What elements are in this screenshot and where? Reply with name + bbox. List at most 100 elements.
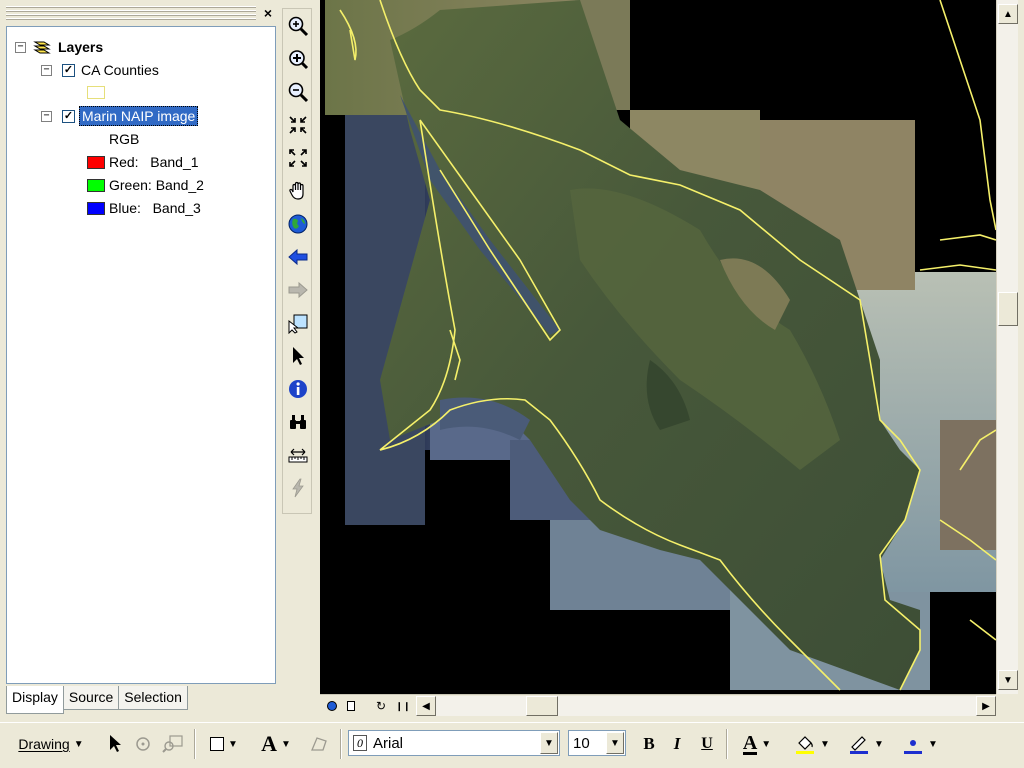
zoom-out-tool[interactable] bbox=[286, 79, 310, 105]
font-size-combo[interactable]: 10 ▼ bbox=[568, 730, 626, 756]
pointer-arrow-icon bbox=[110, 735, 121, 752]
zoom-in-icon bbox=[288, 16, 309, 37]
toc-close-button[interactable]: × bbox=[260, 5, 276, 21]
identify-tool[interactable] bbox=[286, 376, 310, 402]
layer-row-marin-naip[interactable]: − ✓ Marin NAIP image bbox=[41, 106, 199, 126]
toc-tree: − Layers − ✓ CA Counties − ✓ Marin NAIP … bbox=[6, 26, 276, 684]
tab-selection[interactable]: Selection bbox=[118, 686, 188, 710]
pan-tool[interactable] bbox=[286, 178, 310, 204]
page-icon bbox=[347, 701, 355, 711]
underline-button[interactable]: U bbox=[696, 731, 718, 757]
select-elements-button[interactable] bbox=[104, 731, 126, 757]
font-size-value: 10 bbox=[573, 734, 590, 752]
red-band-swatch[interactable] bbox=[87, 155, 105, 169]
toc-root-row[interactable]: − Layers bbox=[15, 37, 103, 57]
new-text-button[interactable]: A ▼ bbox=[254, 731, 298, 757]
zoom-in-tool[interactable] bbox=[286, 13, 310, 39]
globe-icon bbox=[288, 214, 308, 234]
layer-visibility-checkbox[interactable]: ✓ bbox=[62, 63, 75, 77]
collapse-icon[interactable]: − bbox=[15, 41, 26, 53]
rotate-button[interactable] bbox=[132, 731, 154, 757]
font-name-value: Arial bbox=[373, 734, 404, 752]
arrows-inward-icon bbox=[289, 116, 307, 134]
fixed-zoom-in-icon bbox=[289, 50, 309, 70]
horizontal-scroll-thumb[interactable] bbox=[526, 696, 558, 716]
drawing-label: Drawing bbox=[18, 736, 70, 752]
caret-down-icon: ▼ bbox=[928, 738, 938, 750]
layer-symbol-row bbox=[87, 82, 105, 102]
layer-visibility-checkbox[interactable]: ✓ bbox=[62, 109, 75, 123]
collapse-icon[interactable]: − bbox=[41, 64, 52, 76]
font-color-icon: A bbox=[742, 731, 758, 755]
italic-button[interactable]: I bbox=[666, 731, 688, 757]
vertical-scroll-thumb[interactable] bbox=[998, 292, 1018, 326]
fixed-zoom-in-center-tool[interactable] bbox=[286, 112, 310, 138]
bold-button[interactable]: B bbox=[638, 731, 660, 757]
polygon-symbol-swatch[interactable] bbox=[87, 85, 105, 99]
band-row-green: Green: Band_2 bbox=[87, 175, 204, 195]
tools-toolbar bbox=[282, 8, 312, 514]
blue-band-swatch[interactable] bbox=[87, 201, 105, 215]
caret-down-icon: ▼ bbox=[820, 738, 830, 750]
scroll-right-button[interactable]: ▶ bbox=[976, 696, 996, 716]
fill-color-button[interactable]: ▼ bbox=[788, 731, 836, 757]
layout-view-button[interactable] bbox=[342, 697, 360, 715]
band-label: Green: Band_2 bbox=[109, 177, 204, 193]
font-color-button[interactable]: A ▼ bbox=[734, 731, 780, 757]
line-color-button[interactable]: ▼ bbox=[842, 731, 890, 757]
opentype-font-icon: 0 bbox=[353, 735, 367, 751]
font-name-combo[interactable]: 0 Arial ▼ bbox=[348, 730, 560, 756]
scroll-down-button[interactable]: ▼ bbox=[998, 670, 1018, 690]
layer-label[interactable]: CA Counties bbox=[81, 62, 159, 78]
fixed-zoom-out-center-tool[interactable] bbox=[286, 145, 310, 171]
map-horizontal-scrollbar[interactable]: ◀ ▶ bbox=[416, 696, 996, 716]
rectangle-icon bbox=[210, 737, 225, 751]
triangle-up-icon: ▲ bbox=[1003, 8, 1013, 20]
green-band-swatch[interactable] bbox=[87, 178, 105, 192]
forward-extent-tool[interactable] bbox=[286, 277, 310, 303]
edit-vertices-button[interactable] bbox=[306, 731, 332, 757]
collapse-icon[interactable]: − bbox=[41, 110, 52, 122]
back-extent-tool[interactable] bbox=[286, 244, 310, 270]
tab-source[interactable]: Source bbox=[62, 686, 120, 710]
caret-down-icon: ▼ bbox=[874, 738, 884, 750]
layer-row-ca-counties[interactable]: − ✓ CA Counties bbox=[41, 60, 159, 80]
scroll-left-button[interactable]: ◀ bbox=[416, 696, 436, 716]
new-rectangle-button[interactable]: ▼ bbox=[202, 731, 246, 757]
hyperlink-tool[interactable] bbox=[286, 475, 310, 501]
pause-drawing-button[interactable]: ❙❙ bbox=[394, 697, 412, 715]
select-elements-tool[interactable] bbox=[286, 343, 310, 369]
zoom-selected-icon bbox=[162, 735, 183, 753]
triangle-right-icon: ▶ bbox=[982, 700, 990, 712]
info-icon bbox=[289, 380, 307, 398]
full-extent-tool[interactable] bbox=[286, 211, 310, 237]
measure-tool[interactable] bbox=[286, 442, 310, 468]
triangle-left-icon: ◀ bbox=[422, 700, 430, 712]
scroll-up-button[interactable]: ▲ bbox=[998, 4, 1018, 24]
data-view-button[interactable] bbox=[323, 697, 341, 715]
find-tool[interactable] bbox=[286, 409, 310, 435]
zoom-to-selected-button[interactable] bbox=[160, 731, 186, 757]
refresh-view-button[interactable]: ↻ bbox=[372, 697, 390, 715]
map-display[interactable] bbox=[320, 0, 996, 694]
font-name-dropdown-button[interactable]: ▼ bbox=[540, 732, 558, 754]
band-label: Red: Band_1 bbox=[109, 154, 199, 170]
tab-display[interactable]: Display bbox=[6, 686, 64, 714]
rotate-icon bbox=[136, 737, 150, 751]
drawing-menu-button[interactable]: Drawing ▼ bbox=[14, 731, 88, 757]
select-features-tool[interactable] bbox=[286, 310, 310, 336]
arrow-left-icon bbox=[288, 248, 308, 266]
text-tool-icon: A bbox=[261, 731, 277, 756]
map-vertical-scrollbar[interactable]: ▲ ▼ bbox=[996, 0, 1018, 694]
toc-tabs: Display Source Selection bbox=[6, 686, 188, 714]
toc-drag-grip[interactable] bbox=[6, 6, 256, 20]
font-size-dropdown-button[interactable]: ▼ bbox=[606, 732, 624, 754]
paint-bucket-icon bbox=[796, 736, 815, 754]
layers-icon bbox=[32, 39, 52, 55]
fixed-zoom-in-tool[interactable] bbox=[286, 46, 310, 72]
separator bbox=[194, 729, 196, 759]
ruler-icon bbox=[288, 448, 308, 463]
layer-label-selected[interactable]: Marin NAIP image bbox=[79, 106, 199, 126]
caret-down-icon: ▼ bbox=[610, 737, 620, 749]
marker-color-button[interactable]: ▼ bbox=[896, 731, 944, 757]
